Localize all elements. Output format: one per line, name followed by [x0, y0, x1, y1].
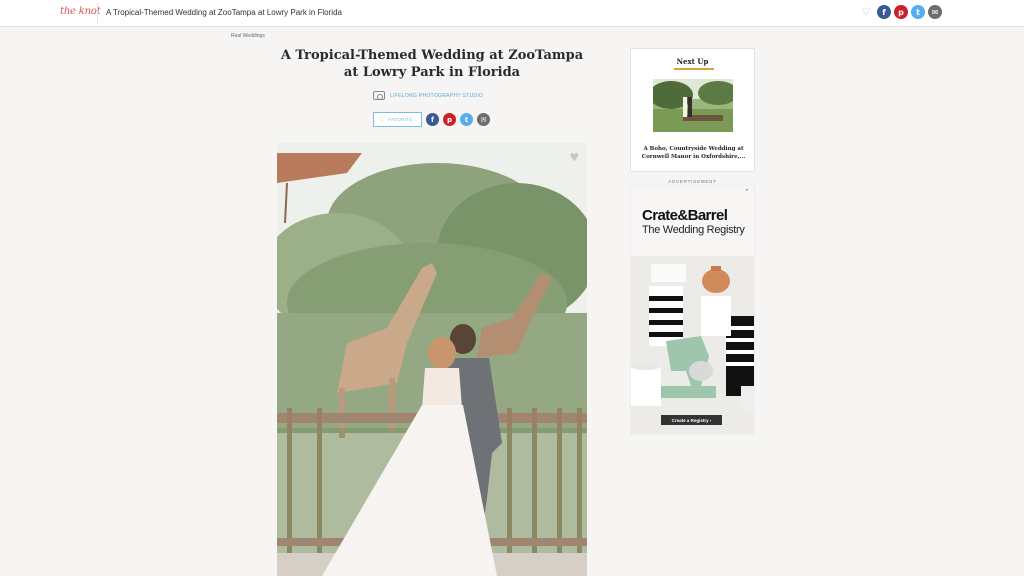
create-registry-button[interactable]: Create a Registry › [661, 415, 722, 425]
wedding-photo-illustration [277, 143, 587, 576]
article-title: A Tropical-Themed Wedding at ZooTampa at… [280, 48, 584, 80]
sticky-article-title: A Tropical-Themed Wedding at ZooTampa at… [106, 8, 342, 17]
ad-choices-icon[interactable]: ▸ [746, 187, 752, 193]
email-share-icon[interactable]: ✉ [928, 5, 942, 19]
advertisement-banner[interactable]: ▸ Crate&Barrel The Wedding Registry Crea… [630, 185, 755, 435]
advertisement-label: ADVERTISEMENT [668, 179, 717, 184]
divider [97, 3, 98, 24]
top-share-bar: ♡ f p t ✉ [858, 5, 942, 19]
twitter-share-icon[interactable]: t [460, 113, 473, 126]
next-up-thumbnail-illustration [653, 79, 733, 132]
facebook-share-icon[interactable]: f [426, 113, 439, 126]
favorite-button-label: FAVORITE [388, 117, 413, 122]
next-up-thumbnail[interactable] [653, 79, 733, 132]
pinterest-share-icon[interactable]: p [894, 5, 908, 19]
photo-favorite-heart-icon[interactable]: ♥ [570, 149, 580, 167]
site-logo[interactable]: the knot [60, 6, 101, 17]
ad-brand: Crate&Barrel [642, 207, 728, 224]
heart-icon: ♡ [378, 115, 386, 124]
camera-icon [373, 91, 385, 100]
breadcrumb[interactable]: Real Weddings [231, 33, 265, 39]
next-up-underline [674, 68, 714, 70]
article-share-row: ♡ FAVORITE f p t ✉ [373, 112, 490, 127]
email-share-icon[interactable]: ✉ [477, 113, 490, 126]
top-bar: the knot A Tropical-Themed Wedding at Zo… [0, 0, 1024, 27]
favorite-heart-icon[interactable]: ♡ [858, 5, 874, 19]
main-wedding-photo[interactable]: ♥ [277, 143, 587, 576]
twitter-share-icon[interactable]: t [911, 5, 925, 19]
photographer-link[interactable]: LIFELONG PHOTOGRAPHY STUDIO [390, 93, 483, 99]
next-up-card[interactable]: Next Up A Boho, Countryside Wedding at C… [630, 48, 755, 172]
facebook-share-icon[interactable]: f [877, 5, 891, 19]
favorite-button[interactable]: ♡ FAVORITE [373, 112, 422, 127]
next-up-title[interactable]: A Boho, Countryside Wedding at Cornwell … [641, 145, 746, 161]
ad-tagline: The Wedding Registry [642, 224, 745, 236]
pinterest-share-icon[interactable]: p [443, 113, 456, 126]
next-up-label: Next Up [676, 57, 709, 66]
photo-credit: LIFELONG PHOTOGRAPHY STUDIO [373, 91, 483, 100]
